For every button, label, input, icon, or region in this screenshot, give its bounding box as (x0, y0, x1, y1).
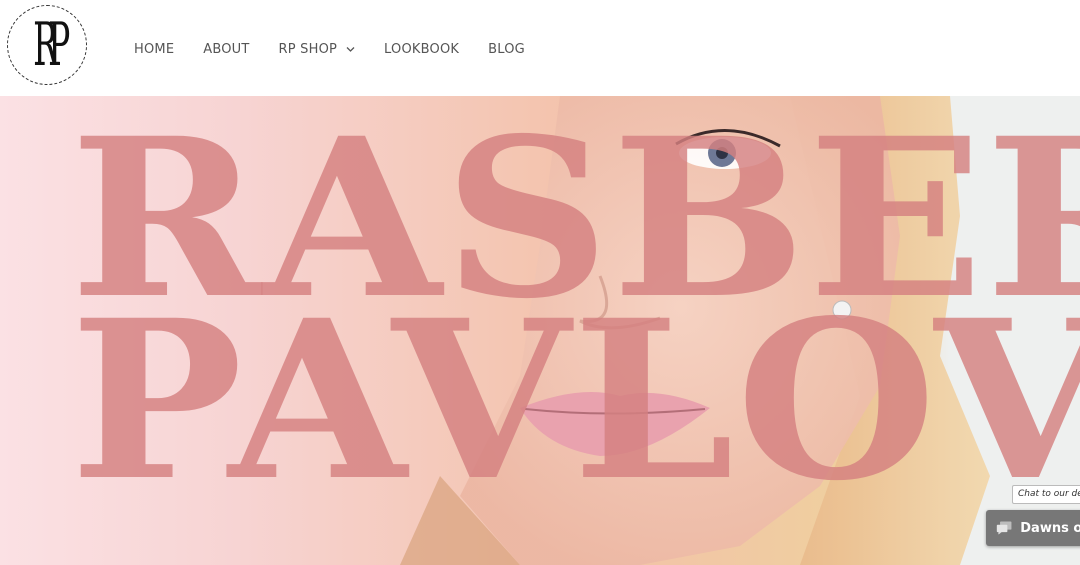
nav-item-home[interactable]: HOME (134, 42, 174, 57)
hero-title-line-2: PAVLOVA (70, 272, 1080, 530)
chat-button[interactable]: Dawns onl (986, 510, 1080, 546)
nav-item-label: ABOUT (203, 41, 250, 57)
chevron-down-icon (346, 46, 355, 52)
nav-item-label: LOOKBOOK (384, 41, 460, 57)
nav-item-lookbook[interactable]: LOOKBOOK (384, 42, 459, 57)
chat-prompt-tab[interactable]: Chat to our des (1012, 485, 1080, 504)
main-nav: HOME ABOUT RP SHOP LOOKBOOK BLOG (134, 38, 554, 60)
nav-item-label: HOME (134, 41, 175, 57)
nav-item-about[interactable]: ABOUT (203, 42, 249, 57)
nav-item-label: BLOG (488, 41, 525, 57)
logo-text: RP (33, 10, 70, 80)
hero-banner: RASBERY PAVLOVA (0, 96, 1080, 565)
nav-item-blog[interactable]: BLOG (488, 42, 525, 57)
chat-status-label: Dawns onl (1020, 520, 1080, 536)
site-header: RP HOME ABOUT RP SHOP LOOKBOOK BLOG (0, 0, 1080, 96)
logo[interactable]: RP (7, 5, 87, 85)
nav-item-label: RP SHOP (278, 41, 338, 57)
nav-item-rp-shop[interactable]: RP SHOP (279, 42, 356, 57)
chat-bubbles-icon (996, 521, 1012, 535)
